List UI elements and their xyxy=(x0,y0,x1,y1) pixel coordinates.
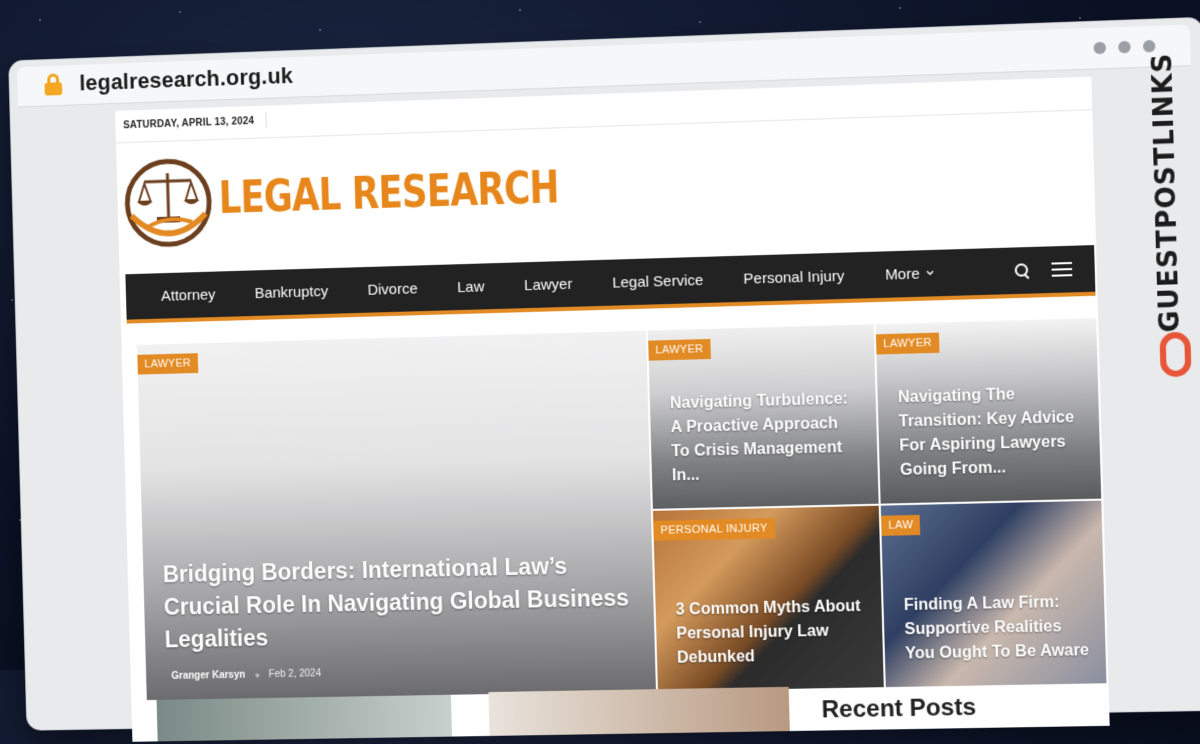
divider xyxy=(265,112,266,128)
scales-of-justice-icon[interactable] xyxy=(122,156,214,250)
nav-item-bankruptcy[interactable]: Bankruptcy xyxy=(235,282,348,302)
nav-item-personal-injury[interactable]: Personal Injury xyxy=(723,267,865,288)
category-tag[interactable]: LAWYER xyxy=(648,339,711,361)
nav-item-legal-service[interactable]: Legal Service xyxy=(592,271,724,292)
guestpostlinks-brand: GUESTPOSTLINKS xyxy=(1148,77,1199,414)
featured-grid: LAWYER Bridging Borders: International L… xyxy=(137,318,1108,742)
main-nav: Attorney Bankruptcy Divorce Law Lawyer L… xyxy=(125,245,1095,323)
featured-post-2[interactable]: LAWYER Navigating The Transition: Key Ad… xyxy=(876,318,1102,504)
recent-posts-heading: Recent Posts xyxy=(821,694,976,725)
post-title[interactable]: 3 Common Myths About Personal Injury Law… xyxy=(675,595,867,671)
meta-separator xyxy=(255,673,259,677)
post-meta: Granger Karsyn Feb 2, 2024 xyxy=(171,668,321,682)
category-tag[interactable]: LAW xyxy=(881,515,921,536)
search-icon[interactable] xyxy=(1015,263,1030,278)
chevron-down-icon xyxy=(926,270,934,276)
post-title[interactable]: Bridging Borders: International Law’s Cr… xyxy=(162,548,638,656)
nav-item-lawyer[interactable]: Lawyer xyxy=(504,275,592,295)
nav-item-more[interactable]: More xyxy=(864,264,954,284)
url-text[interactable]: legalresearch.org.uk xyxy=(79,63,293,96)
link-icon xyxy=(1159,332,1191,378)
post-title[interactable]: Navigating The Transition: Key Advice Fo… xyxy=(898,381,1085,483)
post-author[interactable]: Granger Karsyn xyxy=(171,670,245,682)
post-thumbnail[interactable] xyxy=(488,687,790,742)
post-thumbnail[interactable] xyxy=(157,695,453,742)
browser-window: legalresearch.org.uk GUESTPOSTLINKS SATU… xyxy=(9,18,1200,730)
post-title[interactable]: Finding A Law Firm: Supportive Realities… xyxy=(904,590,1090,666)
current-date: SATURDAY, APRIL 13, 2024 xyxy=(123,116,254,131)
browser-scene: legalresearch.org.uk GUESTPOSTLINKS SATU… xyxy=(2,0,1200,681)
featured-post-1[interactable]: LAWYER Navigating Turbulence: A Proactiv… xyxy=(648,324,879,509)
more-label: More xyxy=(885,265,920,283)
nav-tools xyxy=(1015,261,1095,278)
featured-post-4[interactable]: LAW Finding A Law Firm: Supportive Reali… xyxy=(881,501,1107,687)
hamburger-menu-icon[interactable] xyxy=(1051,262,1072,277)
post-title[interactable]: Navigating Turbulence: A Proactive Appro… xyxy=(670,387,862,488)
site-logo-text[interactable]: LEGAL RESEARCH xyxy=(218,162,559,224)
nav-item-attorney[interactable]: Attorney xyxy=(126,285,235,305)
webpage: SATURDAY, APRIL 13, 2024 LEGAL RESEARCH xyxy=(115,77,1110,742)
category-tag[interactable]: PERSONAL INJURY xyxy=(653,518,775,541)
category-tag[interactable]: LAWYER xyxy=(137,353,198,374)
featured-post-3[interactable]: PERSONAL INJURY 3 Common Myths About Per… xyxy=(653,506,884,691)
nav-item-divorce[interactable]: Divorce xyxy=(348,279,438,299)
featured-post-main[interactable]: LAWYER Bridging Borders: International L… xyxy=(137,331,656,700)
post-date: Feb 2, 2024 xyxy=(269,668,322,680)
lock-icon xyxy=(44,73,62,95)
nav-item-law[interactable]: Law xyxy=(437,277,504,296)
category-tag[interactable]: LAWYER xyxy=(876,333,939,355)
